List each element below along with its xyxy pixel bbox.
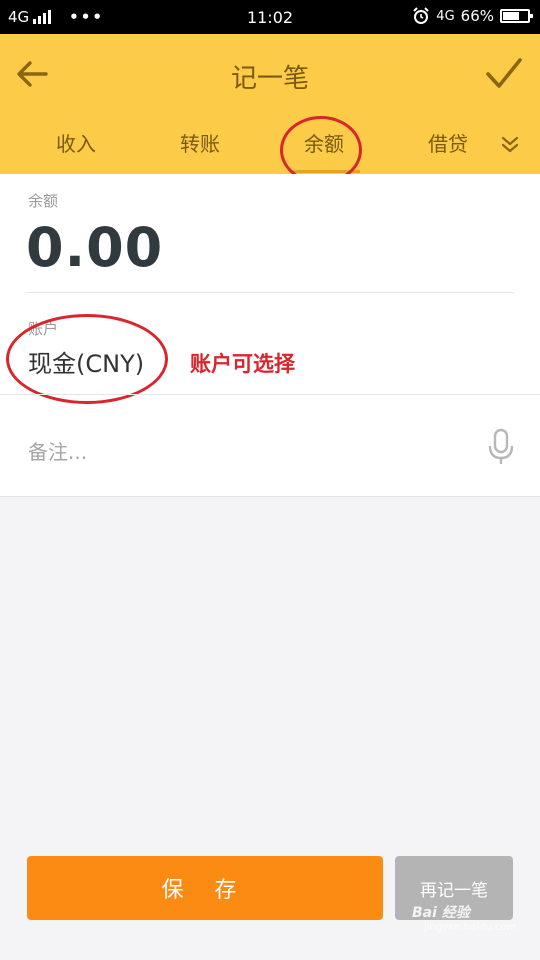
watermark-url: jingyan.baidu.com: [424, 922, 517, 933]
type-tabs: 收入 转账 余额 借贷: [0, 120, 540, 173]
network-right-label: 4G: [436, 8, 455, 24]
app-header: 记一笔 收入 转账 余额 借贷: [0, 34, 540, 174]
account-annotation-text: 账户可选择: [190, 352, 295, 376]
watermark-logo: Bai 经验: [412, 905, 470, 921]
battery-icon: [500, 9, 533, 23]
divider: [0, 394, 540, 395]
tab-loan[interactable]: 借贷: [428, 128, 468, 157]
entry-form: 余额 0.00 账户 现金(CNY) 账户可选择 备注...: [0, 174, 540, 497]
tab-income[interactable]: 收入: [56, 128, 96, 157]
divider: [0, 496, 540, 497]
balance-label: 余额: [28, 192, 59, 210]
divider: [26, 292, 514, 293]
status-bar: 4G ••• 11:02 4G 66%: [0, 0, 540, 34]
double-chevron-down-icon[interactable]: [498, 132, 522, 156]
battery-percent: 66%: [460, 7, 494, 25]
memo-input[interactable]: 备注...: [28, 436, 87, 465]
save-button[interactable]: 保 存: [27, 856, 383, 920]
checkmark-icon[interactable]: [482, 52, 526, 96]
status-right: 4G 66%: [412, 7, 533, 25]
alarm-icon: [413, 7, 430, 24]
balance-amount-input[interactable]: 0.00: [26, 216, 163, 279]
tab-transfer[interactable]: 转账: [180, 128, 220, 157]
page-title: 记一笔: [230, 64, 309, 94]
microphone-icon[interactable]: [486, 428, 516, 466]
annotation-circle-account: [6, 314, 168, 404]
